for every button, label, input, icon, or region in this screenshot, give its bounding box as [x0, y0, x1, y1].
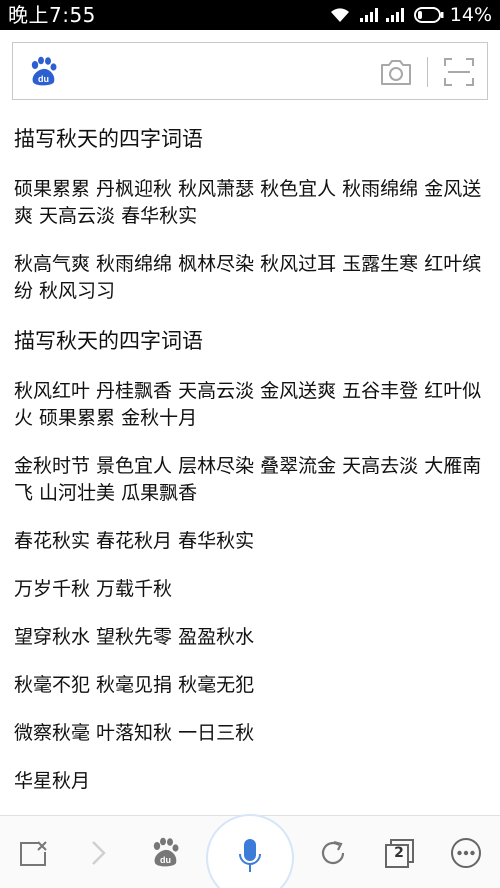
status-bar: 晚上7:55 14% — [0, 0, 500, 30]
search-input[interactable]: du — [12, 42, 488, 100]
tab-count: 2 — [394, 845, 404, 861]
search-header: du — [0, 30, 500, 110]
voice-search-button[interactable] — [206, 814, 294, 888]
word-paragraph: 望穿秋水 望秋先零 盈盈秋水 — [14, 626, 255, 648]
word-paragraph: 硕果累累 丹枫迎秋 秋风萧瑟 秋色宜人 秋雨绵绵 金风送爽 天高云淡 春华秋实 — [14, 178, 482, 227]
word-paragraph: 华星秋月 — [14, 770, 91, 792]
wifi-icon — [330, 7, 350, 23]
svg-text:du: du — [38, 74, 49, 84]
camera-icon[interactable] — [379, 57, 413, 87]
status-time: 晚上7:55 — [8, 3, 96, 27]
svg-text:du: du — [160, 855, 171, 865]
word-paragraph: 金秋时节 景色宜人 层林尽染 叠翠流金 天高去淡 大雁南飞 山河壮美 瓜果飘香 — [14, 455, 482, 504]
section-title: 描写秋天的四字词语 — [14, 127, 203, 151]
baidu-paw-logo[interactable]: du — [27, 56, 59, 88]
article-content: 描写秋天的四字词语 硕果累累 丹枫迎秋 秋风萧瑟 秋色宜人 秋雨绵绵 金风送爽 … — [0, 110, 500, 815]
word-paragraph: 秋风红叶 丹桂飘香 天高云淡 金风送爽 五谷丰登 红叶似火 硕果累累 金秋十月 — [14, 380, 482, 429]
baidu-paw-icon[interactable]: du — [144, 816, 186, 888]
scan-icon[interactable] — [443, 57, 475, 87]
refresh-icon[interactable] — [312, 816, 354, 888]
microphone-icon — [237, 837, 263, 879]
bottom-toolbar: du 2 — [0, 814, 500, 888]
word-paragraph: 微察秋毫 叶落知秋 一日三秋 — [14, 722, 255, 744]
close-window-icon[interactable] — [12, 816, 54, 888]
word-paragraph: 秋高气爽 秋雨绵绵 枫林尽染 秋风过耳 玉露生寒 红叶缤纷 秋风习习 — [14, 253, 482, 302]
battery-icon — [413, 7, 444, 23]
section-title: 描写秋天的四字词语 — [14, 329, 203, 353]
more-icon[interactable] — [444, 816, 488, 888]
search-divider — [427, 57, 428, 87]
word-paragraph: 万岁千秋 万载千秋 — [14, 578, 173, 600]
signal-icon — [385, 8, 404, 22]
status-icons: 14% — [330, 3, 492, 27]
battery-percent: 14% — [449, 4, 492, 26]
forward-icon[interactable] — [80, 816, 116, 888]
word-paragraph: 秋毫不犯 秋毫见捐 秋毫无犯 — [14, 674, 255, 696]
word-paragraph: 春花秋实 春花秋月 春华秋实 — [14, 530, 255, 552]
signal-icon — [359, 8, 378, 22]
